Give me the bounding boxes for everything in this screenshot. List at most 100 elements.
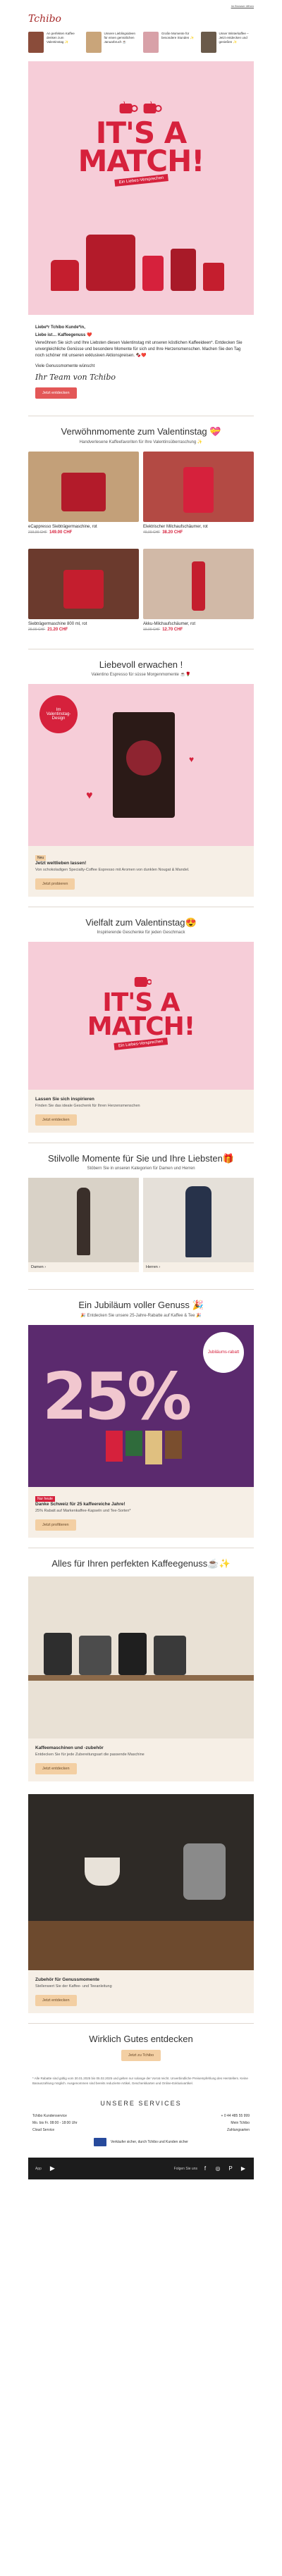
product-image	[28, 452, 139, 522]
coffee-bag	[113, 712, 175, 818]
hero-cups	[78, 101, 204, 116]
old-price: 19,00 CHF	[143, 628, 161, 632]
section4-title: Stilvolle Momente für Sie und Ihre Liebs…	[47, 1153, 235, 1164]
category-image	[143, 1178, 254, 1262]
social-icons: f ◎ P ▶	[202, 2165, 247, 2172]
product-price: 29,00 CHF 21.20 CHF	[28, 628, 139, 632]
tchibo-logo[interactable]: Tchibo	[28, 9, 254, 29]
jubilee-cta-button[interactable]: Jetzt profitieren	[35, 1519, 76, 1531]
jubilee-card: Nur heute Danke Schweiz für 25 kaffeerei…	[28, 1487, 254, 1538]
category-women[interactable]: Damen ›	[28, 1178, 139, 1272]
hero-tag: Ein Liebes-Versprechen	[114, 174, 168, 187]
section5-title: Ein Jubiläum voller Genuss 🎉	[78, 1300, 204, 1310]
service-item[interactable]: Tchibo Kundenservice	[32, 2114, 67, 2118]
intro-cta-button[interactable]: Jetzt entdecken	[35, 387, 77, 399]
old-price: 49,00 CHF	[143, 530, 161, 535]
promo-thumb	[200, 32, 216, 53]
espresso-card: Neu Jetzt weltlieben lassen! Von schokol…	[28, 846, 254, 897]
espresso-cta-button[interactable]: Jetzt probieren	[35, 878, 75, 890]
gift-tag: Ein Liebes-Versprechen	[114, 1038, 168, 1050]
promo-text: An perfekten Kaffee denken zum Valentins…	[47, 32, 75, 44]
old-price: 29,00 CHF	[28, 628, 46, 632]
product-card[interactable]: Elektrischer Milchaufschäumer, rot 49,00…	[143, 452, 254, 535]
promo-item[interactable]: Große Momente für besondere Stunden ✨	[143, 32, 197, 53]
service-item[interactable]: Cloud Service	[32, 2128, 54, 2132]
category-grid: Damen › Herren ›	[28, 1171, 254, 1279]
promo-text: Große Momente für besondere Stunden ✨	[161, 32, 195, 39]
instagram-icon[interactable]: ◎	[214, 2165, 221, 2172]
promo-row: An perfekten Kaffee denken zum Valentins…	[28, 29, 254, 56]
accessories-cta-button[interactable]: Jetzt entdecken	[35, 1995, 77, 2006]
promo-text: Unser Winterkaffee – Jetzt entdecken und…	[219, 32, 249, 44]
machines-card-text: Entdecken Sie für jede Zubereitungsart d…	[35, 1753, 145, 1757]
gift-feature[interactable]: IT'S A MATCH! Ein Liebes-Versprechen Las…	[28, 942, 254, 1133]
machine-lineup	[44, 1633, 186, 1675]
gift-headline: IT'S A MATCH! Ein Liebes-Versprechen	[87, 974, 195, 1050]
promo-thumb	[28, 32, 44, 53]
jubilee-card-text: 25% Rabatt auf Markenkaffee-Kapseln und …	[35, 1509, 131, 1513]
category-label: Damen ›	[28, 1262, 139, 1272]
grinder-shape	[171, 249, 196, 291]
machines-cta-button[interactable]: Jetzt entdecken	[35, 1763, 77, 1774]
services-row: Tchibo Kundenservice + 0 44 485 55 999	[28, 2113, 254, 2120]
service-item[interactable]: Zahlungsarten	[227, 2128, 250, 2132]
product-image	[143, 452, 254, 522]
section6-title: Alles für Ihren perfekten Kaffeegenuss☕✨	[51, 1558, 231, 1569]
service-item[interactable]: Mein Tchibo	[231, 2121, 250, 2125]
gift-line1: IT'S A	[102, 988, 180, 1017]
hero-banner[interactable]: IT'S A MATCH! Ein Liebes-Versprechen	[28, 61, 254, 315]
dripper-shape	[85, 1858, 120, 1886]
accessories-card-heading: Zubehör für Genussmomente	[35, 1977, 100, 1982]
category-men[interactable]: Herren ›	[143, 1178, 254, 1272]
today-flag: Nur heute	[35, 1496, 55, 1502]
jubilee-image: Jubiläums-rabatt 25%	[28, 1325, 254, 1487]
product-image	[28, 549, 139, 619]
promo-item[interactable]: Unsere Lieblingsideen für einen gemütlic…	[85, 32, 140, 53]
jubilee-percent: 25%	[42, 1359, 192, 1434]
gift-line2: MATCH!	[87, 1012, 195, 1041]
hero-line2: MATCH!	[78, 144, 205, 178]
gift-image: IT'S A MATCH! Ein Liebes-Versprechen	[28, 942, 254, 1090]
section2-subtitle: Valentino Espresso für süsse Morgenmomen…	[91, 673, 191, 677]
service-item[interactable]: Mo. bis Fr. 08:00 - 18:00 Uhr	[32, 2121, 78, 2125]
product-card[interactable]: eCappresso Siebträgermaschine, rot 219,0…	[28, 452, 139, 535]
heart-icon: ♥	[189, 754, 195, 764]
machines-image	[28, 1576, 254, 1738]
accessories-card-text: Stellenwert Sie der Kaffee- und Teeanlei…	[35, 1984, 112, 1989]
youtube-icon[interactable]: ▶	[240, 2165, 247, 2172]
new-price: 149.00 CHF	[49, 530, 73, 535]
explore-button[interactable]: Jetzt zu Tchibo	[121, 2050, 161, 2061]
product-image	[143, 549, 254, 619]
hero-products	[51, 235, 224, 291]
pinterest-icon[interactable]: P	[227, 2165, 234, 2172]
social-links: Folgen Sie uns f ◎ P ▶	[174, 2165, 247, 2172]
accessories-card: Zubehör für Genussmomente Stellenwert Si…	[28, 1970, 254, 2013]
section1-subtitle: Handverlesene Kaffeefavoriten für Ihre V…	[79, 440, 203, 444]
legal-disclaimer: * Alle Rabatte sind gültig vom 30.01.202…	[32, 2077, 248, 2085]
product-row-1: eCappresso Siebträgermaschine, rot 219,0…	[28, 444, 254, 542]
product-boxes	[106, 1431, 182, 1464]
accessories-feature[interactable]: Zubehör für Genussmomente Stellenwert Si…	[28, 1794, 254, 2013]
facebook-icon[interactable]: f	[202, 2165, 209, 2172]
divider	[28, 2023, 254, 2024]
intro-greeting: Liebe*r Tchibo Kunde*in,	[35, 325, 85, 330]
cup-icon	[143, 101, 162, 113]
android-icon[interactable]: ▶	[50, 2165, 55, 2172]
promo-item[interactable]: An perfekten Kaffee denken zum Valentins…	[28, 32, 82, 53]
promo-item[interactable]: Unser Winterkaffee – Jetzt entdecken und…	[200, 32, 255, 53]
jar-shape	[203, 263, 224, 291]
product-row-2: Siebträgermaschine 800 ml, rot 29,00 CHF…	[28, 542, 254, 639]
product-name: Siebträgermaschine 800 ml, rot	[28, 622, 87, 626]
promo-thumb	[143, 32, 159, 53]
open-in-browser-link[interactable]: Im Browser öffnen	[231, 4, 254, 8]
gift-card-heading: Lassen Sie sich inspirieren	[35, 1097, 94, 1102]
espresso-feature[interactable]: Im Valentinstag-Design ♥ ♥ Neu Jetzt wel…	[28, 684, 254, 897]
service-item[interactable]: + 0 44 485 55 999	[221, 2114, 250, 2118]
product-card[interactable]: Siebträgermaschine 800 ml, rot 29,00 CHF…	[28, 549, 139, 632]
services-row: Mo. bis Fr. 08:00 - 18:00 Uhr Mein Tchib…	[28, 2120, 254, 2127]
product-card[interactable]: Akku-Milchaufschäumer, rot 19,00 CHF 12.7…	[143, 549, 254, 632]
machines-feature[interactable]: Kaffeemaschinen und -zubehör Entdecken S…	[28, 1576, 254, 1781]
table-shape	[28, 1921, 254, 1970]
jubilee-feature[interactable]: Jubiläums-rabatt 25% Nur heute Danke Sch…	[28, 1325, 254, 1538]
gift-cta-button[interactable]: Jetzt entdecken	[35, 1114, 77, 1126]
